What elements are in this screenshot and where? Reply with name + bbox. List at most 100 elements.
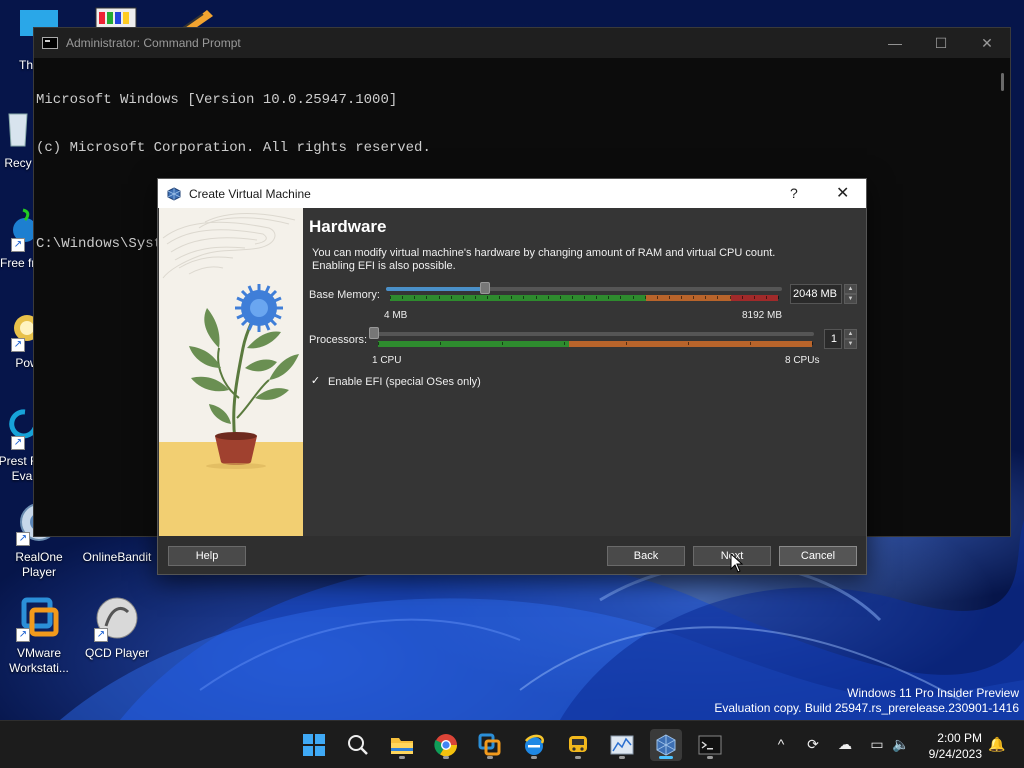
slider-tick: [378, 342, 379, 345]
base-memory-spinbox[interactable]: 2048 MB: [790, 284, 842, 304]
enable-efi-row[interactable]: ✓ Enable EFI (special OSes only): [309, 375, 481, 388]
windows-logo-icon: [303, 734, 325, 756]
network-icon[interactable]: ▭: [868, 735, 886, 753]
create-vm-dialog[interactable]: Create Virtual Machine ? ✕ Hardware You …: [157, 178, 867, 575]
running-indicator: [443, 756, 449, 759]
back-button[interactable]: Back: [607, 546, 685, 566]
minimize-button[interactable]: —: [872, 28, 918, 58]
spin-down-icon[interactable]: ▼: [844, 339, 857, 349]
slider-tick: [778, 296, 779, 299]
running-indicator: [575, 756, 581, 759]
taskbar-internet-explorer[interactable]: [518, 729, 550, 761]
cpu-ticks: [378, 341, 813, 347]
taskbar-app-train[interactable]: [562, 729, 594, 761]
running-indicator: [399, 756, 405, 759]
spin-up-icon[interactable]: ▲: [844, 329, 857, 339]
dialog-close-icon[interactable]: ✕: [836, 183, 849, 203]
slider-tick: [487, 296, 488, 299]
slider-tick: [523, 296, 525, 299]
shortcut-arrow-icon: ↗: [16, 628, 30, 642]
shortcut-arrow-icon: ↗: [94, 628, 108, 642]
virtualbox-taskbar-icon: [656, 734, 676, 756]
start-button[interactable]: [298, 729, 330, 761]
dialog-title: Create Virtual Machine: [189, 186, 311, 201]
slider-tick: [681, 296, 682, 299]
volume-icon[interactable]: 🔈: [892, 735, 910, 753]
running-indicator: [487, 756, 493, 759]
slider-tick: [812, 342, 813, 345]
processors-spinbox[interactable]: 1: [824, 329, 842, 349]
processors-slider[interactable]: [374, 332, 814, 336]
slider-tick: [511, 296, 513, 299]
clock-time: 2:00 PM: [937, 731, 982, 745]
page-title: Hardware: [309, 217, 387, 236]
cpu-max-label: 8 CPUs: [785, 355, 820, 366]
base-memory-slider-handle[interactable]: [479, 282, 490, 294]
desktop-icon-qcd-player[interactable]: ↗ QCD Player: [79, 596, 155, 661]
processors-slider-handle[interactable]: [369, 327, 379, 339]
slider-tick: [741, 296, 743, 299]
slider-tick: [535, 296, 537, 299]
slider-tick: [462, 296, 464, 299]
enable-efi-label[interactable]: Enable EFI (special OSes only): [328, 376, 481, 388]
maximize-button[interactable]: ☐: [918, 28, 964, 58]
cmd-line: Microsoft Windows [Version 10.0.25947.10…: [36, 92, 398, 108]
running-indicator: [707, 756, 713, 759]
evaluation-watermark: Windows 11 Pro Insider Preview Evaluatio…: [714, 686, 1019, 716]
slider-tick: [596, 296, 598, 299]
base-memory-slider[interactable]: [386, 287, 782, 291]
train-icon: [569, 736, 587, 752]
cmd-titlebar[interactable]: Administrator: Command Prompt — ☐ ✕: [34, 28, 1010, 58]
taskbar-vmware[interactable]: [474, 729, 506, 761]
slider-tick: [450, 296, 452, 299]
cmd-title: Administrator: Command Prompt: [66, 36, 241, 50]
taskbar-chrome[interactable]: [430, 729, 462, 761]
taskbar-app-chart[interactable]: [606, 729, 638, 761]
notification-bell-icon[interactable]: 🔔: [988, 735, 1006, 753]
taskbar-file-explorer[interactable]: [386, 729, 418, 761]
slider-tick: [438, 296, 440, 299]
slider-tick: [502, 342, 503, 345]
hardware-page: Hardware You can modify virtual machine'…: [309, 217, 859, 273]
help-button[interactable]: Help: [168, 546, 246, 566]
memory-max-label: 8192 MB: [742, 310, 783, 321]
base-memory-label: Base Memory:: [309, 289, 380, 301]
vmware-icon: [478, 733, 501, 756]
dialog-titlebar[interactable]: Create Virtual Machine ? ✕: [158, 179, 866, 208]
memory-spin-buttons[interactable]: ▲ ▼: [844, 284, 857, 304]
slider-tick: [559, 296, 561, 299]
slider-tick: [765, 296, 767, 299]
dialog-footer: Help Back Next Cancel: [158, 536, 866, 574]
slider-tick: [668, 296, 670, 299]
close-button[interactable]: ✕: [964, 28, 1010, 58]
spin-down-icon[interactable]: ▼: [844, 294, 857, 304]
help-question-icon[interactable]: ?: [790, 185, 798, 201]
mouse-cursor-icon: [730, 553, 744, 573]
system-clock[interactable]: 2:00 PM 9/24/2023: [929, 730, 982, 762]
slider-tick: [717, 296, 719, 299]
show-hidden-icons-chevron[interactable]: ^: [772, 735, 790, 753]
onedrive-info-icon[interactable]: ☁: [836, 735, 854, 753]
search-button[interactable]: [342, 729, 374, 761]
memory-min-label: 4 MB: [384, 310, 408, 321]
cpu-spin-buttons[interactable]: ▲ ▼: [844, 329, 857, 349]
slider-tick: [688, 342, 689, 345]
cmd-scrollbar[interactable]: [1001, 73, 1004, 91]
watermark-line-2: Evaluation copy. Build 25947.rs_prerelea…: [714, 701, 1019, 715]
taskbar-command-prompt[interactable]: [694, 729, 726, 761]
cancel-button[interactable]: Cancel: [779, 546, 857, 566]
vmware-workstation-icon: ↗: [16, 596, 62, 642]
desktop-icon-vmware-workstation[interactable]: ↗ VMware Workstati...: [1, 596, 77, 676]
internet-explorer-icon: [525, 734, 544, 755]
sync-icon[interactable]: ⟳: [804, 735, 822, 753]
spin-up-icon[interactable]: ▲: [844, 284, 857, 294]
slider-fill: [386, 287, 485, 291]
taskbar-virtualbox[interactable]: [650, 729, 682, 761]
shortcut-arrow-icon: ↗: [11, 436, 25, 450]
slider-tick: [644, 296, 646, 299]
slider-tick: [729, 296, 731, 299]
virtualbox-icon: [167, 186, 181, 201]
cmd-app-icon: [42, 37, 58, 49]
enable-efi-checkbox[interactable]: ✓: [309, 375, 322, 388]
qcd-player-icon: ↗: [94, 596, 140, 642]
